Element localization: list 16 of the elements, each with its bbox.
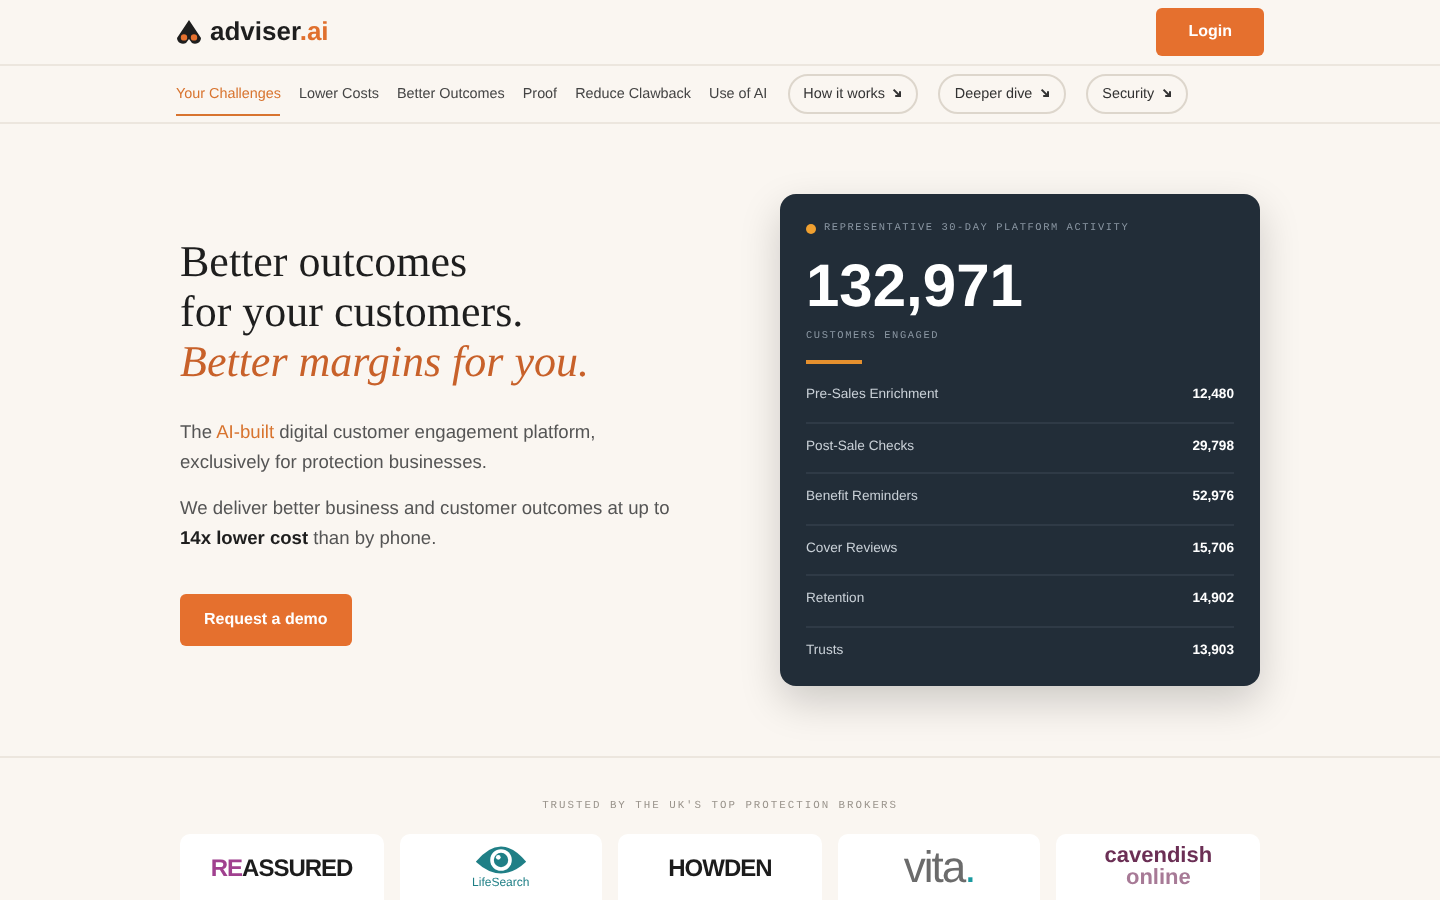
arrow-icon (1040, 88, 1051, 99)
broker-logo-text: cavendish online (1104, 845, 1213, 889)
eye-icon (473, 842, 528, 878)
broker-logo-text: HOWDEN (668, 853, 772, 881)
intro-text: The AI-built digital customer engagement platform, exclusively for protection businesses. (180, 419, 598, 476)
broker-logo-text: vita. (903, 843, 975, 891)
body-text: We deliver better business and customer outcomes at up to 14x lower cost than by phone. (180, 495, 670, 552)
brand-name[interactable]: adviser.ai (210, 12, 329, 52)
logo-icon (176, 20, 202, 44)
arrow-icon (1162, 88, 1173, 99)
arrow-icon (892, 88, 903, 99)
headline: Better outcomes (180, 235, 470, 285)
broker-logo-text: REASSURED (210, 853, 353, 881)
headline-accent: Better margins for you. (180, 335, 591, 385)
headline: for your customers. (180, 285, 526, 335)
total-count: 132,971 (806, 253, 1025, 321)
